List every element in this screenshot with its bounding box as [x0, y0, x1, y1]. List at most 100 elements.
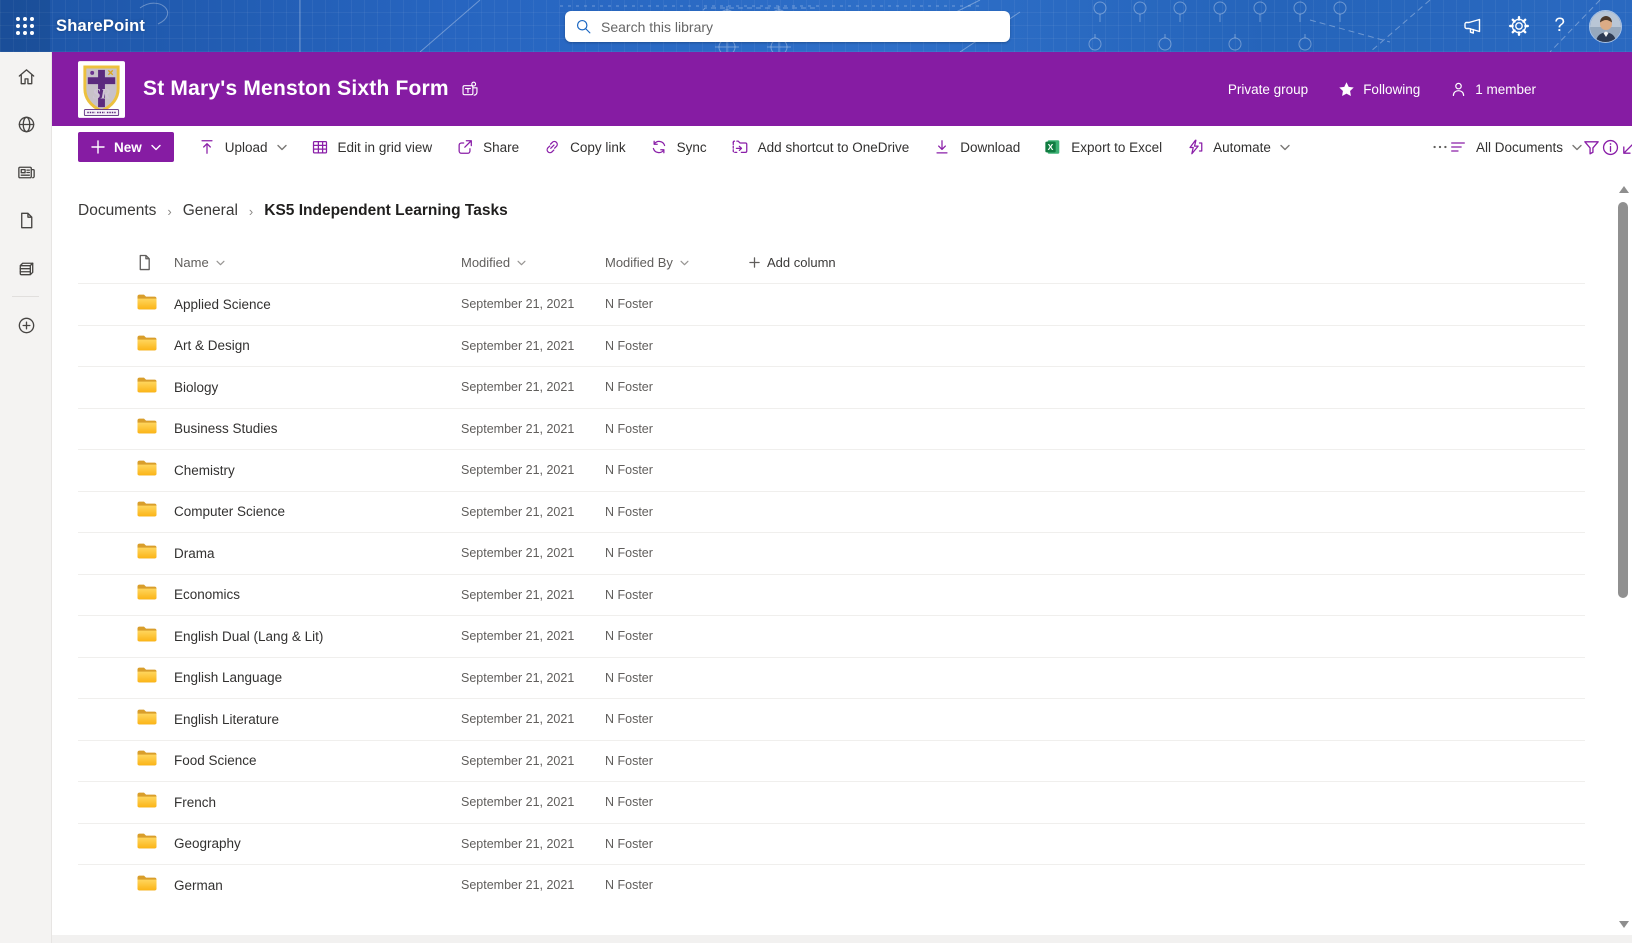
new-button-label: New	[114, 140, 142, 155]
info-icon	[1601, 138, 1620, 157]
following-button[interactable]: Following	[1338, 81, 1420, 98]
row-name[interactable]: Art & Design	[174, 338, 461, 353]
row-icon-cell	[137, 543, 174, 564]
view-selector-button[interactable]: All Documents	[1449, 138, 1582, 156]
row-name[interactable]: Food Science	[174, 753, 461, 768]
vertical-scrollbar	[1616, 178, 1631, 934]
row-modified-by: N Foster	[605, 878, 749, 892]
row-modified: September 21, 2021	[461, 422, 605, 436]
edge-action-button[interactable]	[1620, 138, 1632, 157]
suite-actions: ?	[1462, 0, 1622, 52]
row-name[interactable]: French	[174, 795, 461, 810]
settings-button[interactable]	[1508, 15, 1530, 37]
column-type[interactable]	[137, 254, 174, 271]
rail-documents-button[interactable]	[0, 196, 52, 244]
column-modified[interactable]: Modified	[461, 255, 605, 270]
table-row[interactable]: Food Science September 21, 2021 N Foster	[78, 740, 1585, 782]
document-icon	[16, 210, 37, 231]
row-name[interactable]: Chemistry	[174, 463, 461, 478]
column-name[interactable]: Name	[174, 255, 461, 270]
table-row[interactable]: Applied Science September 21, 2021 N Fos…	[78, 283, 1585, 325]
filter-icon	[1582, 138, 1601, 157]
row-icon-cell	[137, 709, 174, 730]
more-commands-button[interactable]	[1431, 138, 1449, 156]
horizontal-scrollbar-track[interactable]	[52, 935, 1632, 943]
table-row[interactable]: French September 21, 2021 N Foster	[78, 781, 1585, 823]
breadcrumb-general[interactable]: General	[183, 202, 238, 220]
edit-grid-view-button[interactable]: Edit in grid view	[311, 138, 433, 156]
download-button[interactable]: Download	[933, 138, 1020, 156]
members-button[interactable]: 1 member	[1450, 81, 1536, 98]
sharepoint-logo-text[interactable]: SharePoint	[56, 17, 145, 36]
copy-link-button[interactable]: Copy link	[543, 138, 626, 156]
scroll-down-button[interactable]	[1616, 917, 1631, 932]
table-row[interactable]: Drama September 21, 2021 N Foster	[78, 532, 1585, 574]
row-name[interactable]: English Literature	[174, 712, 461, 727]
row-modified: September 21, 2021	[461, 712, 605, 726]
following-label: Following	[1363, 82, 1420, 97]
row-modified: September 21, 2021	[461, 754, 605, 768]
user-avatar[interactable]	[1589, 10, 1622, 43]
svg-text:X: X	[1048, 142, 1054, 152]
table-row[interactable]: Economics September 21, 2021 N Foster	[78, 574, 1585, 616]
row-name[interactable]: Business Studies	[174, 421, 461, 436]
row-name[interactable]: Economics	[174, 587, 461, 602]
help-button[interactable]: ?	[1554, 15, 1565, 37]
folder-icon	[137, 750, 157, 766]
row-name[interactable]: Geography	[174, 836, 461, 851]
export-excel-button[interactable]: X Export to Excel	[1044, 138, 1162, 156]
row-name[interactable]: Computer Science	[174, 504, 461, 519]
column-modified-by[interactable]: Modified By	[605, 255, 749, 270]
row-modified: September 21, 2021	[461, 588, 605, 602]
folder-icon	[137, 418, 157, 434]
table-row[interactable]: Chemistry September 21, 2021 N Foster	[78, 449, 1585, 491]
row-name[interactable]: Drama	[174, 546, 461, 561]
row-name[interactable]: German	[174, 878, 461, 893]
rail-home-button[interactable]	[0, 52, 52, 100]
table-row[interactable]: German September 21, 2021 N Foster	[78, 864, 1585, 906]
table-row[interactable]: English Dual (Lang & Lit) September 21, …	[78, 615, 1585, 657]
row-modified-by: N Foster	[605, 754, 749, 768]
table-row[interactable]: English Language September 21, 2021 N Fo…	[78, 657, 1585, 699]
row-name[interactable]: Applied Science	[174, 297, 461, 312]
scroll-up-button[interactable]	[1616, 182, 1631, 197]
breadcrumb-documents[interactable]: Documents	[78, 202, 156, 220]
automate-button[interactable]: Automate	[1186, 138, 1290, 156]
sync-button[interactable]: Sync	[650, 138, 707, 156]
rail-create-button[interactable]	[0, 301, 52, 349]
row-name[interactable]: English Dual (Lang & Lit)	[174, 629, 461, 644]
row-name[interactable]: Biology	[174, 380, 461, 395]
details-pane-button[interactable]	[1601, 138, 1620, 157]
table-row[interactable]: Biology September 21, 2021 N Foster	[78, 366, 1585, 408]
row-modified: September 21, 2021	[461, 505, 605, 519]
row-name[interactable]: English Language	[174, 670, 461, 685]
rail-sites-button[interactable]	[0, 100, 52, 148]
scroll-thumb[interactable]	[1618, 202, 1628, 598]
table-header: Name Modified Modified By Add column	[78, 242, 1585, 283]
new-button[interactable]: New	[78, 132, 174, 162]
share-button[interactable]: Share	[456, 138, 519, 156]
filter-button[interactable]	[1582, 138, 1601, 157]
table-row[interactable]: Art & Design September 21, 2021 N Foster	[78, 325, 1585, 367]
table-row[interactable]: Business Studies September 21, 2021 N Fo…	[78, 408, 1585, 450]
announcements-button[interactable]	[1462, 15, 1484, 37]
site-logo[interactable]: SR	[78, 61, 125, 118]
excel-icon: X	[1044, 138, 1062, 156]
upload-button[interactable]: Upload	[198, 138, 287, 156]
add-shortcut-label: Add shortcut to OneDrive	[758, 140, 910, 155]
site-title[interactable]: St Mary's Menston Sixth Form	[143, 77, 449, 101]
row-icon-cell	[137, 667, 174, 688]
table-row[interactable]: Geography September 21, 2021 N Foster	[78, 823, 1585, 865]
add-column-button[interactable]: Add column	[749, 255, 1585, 270]
table-row[interactable]: English Literature September 21, 2021 N …	[78, 698, 1585, 740]
search-input[interactable]	[601, 19, 1000, 35]
search-box[interactable]	[565, 11, 1010, 42]
folder-icon	[137, 501, 157, 517]
edit-grid-label: Edit in grid view	[338, 140, 433, 155]
add-shortcut-onedrive-button[interactable]: Add shortcut to OneDrive	[731, 138, 910, 156]
rail-lists-button[interactable]	[0, 244, 52, 292]
rail-news-button[interactable]	[0, 148, 52, 196]
table-row[interactable]: Computer Science September 21, 2021 N Fo…	[78, 491, 1585, 533]
app-launcher-icon[interactable]	[0, 0, 50, 52]
folder-icon	[137, 294, 157, 310]
